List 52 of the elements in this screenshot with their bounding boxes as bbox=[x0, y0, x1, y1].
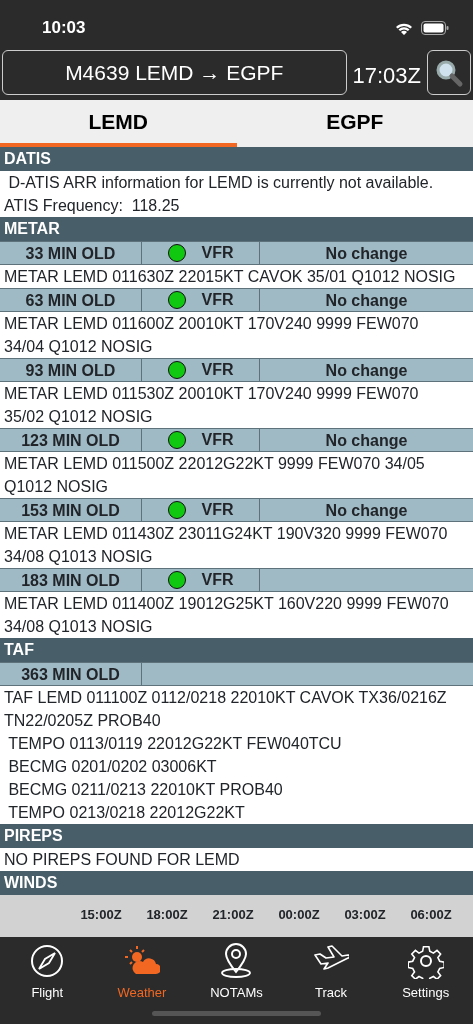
change-status: No change bbox=[325, 432, 408, 450]
change-status: No change bbox=[325, 245, 408, 263]
report-age: 363 MIN OLD bbox=[0, 663, 142, 686]
forecast-time: 03:00Z bbox=[343, 906, 387, 925]
tab-bar-item[interactable]: Flight bbox=[0, 937, 95, 1003]
airport-tab[interactable]: EGPF bbox=[236, 100, 473, 148]
forecast-time: 00:00Z bbox=[277, 906, 321, 925]
tab-bar-item[interactable]: Weather bbox=[94, 937, 190, 1003]
change-status: No change bbox=[325, 502, 408, 520]
report-text: METAR LEMD 011630Z 22015KT CAVOK 35/01 Q1012 NOSIG bbox=[3, 267, 457, 288]
section-text: NO PIREPS FOUND FOR LEMD bbox=[3, 850, 241, 871]
report-age: 33 MIN OLD bbox=[0, 242, 142, 265]
forecast-time: 21:00Z bbox=[211, 906, 255, 925]
report-text: METAR LEMD 011430Z 23011G24KT 190V320 9999 FEW070 34/08 Q1013 NOSIG bbox=[3, 524, 449, 568]
compass-icon bbox=[29, 943, 66, 980]
change-status: No change bbox=[325, 362, 408, 380]
report-age: 123 MIN OLD bbox=[0, 429, 142, 452]
forecast-time: 18:00Z bbox=[145, 906, 189, 925]
report-text: METAR LEMD 011530Z 20010KT 170V240 9999 FEW070 35/02 Q1012 NOSIG bbox=[3, 384, 420, 428]
section-header: PIREPS bbox=[0, 824, 473, 849]
flight-category: VFR bbox=[201, 570, 234, 591]
section-header: TAF bbox=[0, 638, 473, 663]
tab-bar-item[interactable]: Settings bbox=[378, 937, 473, 1003]
report-text: METAR LEMD 011500Z 22012G22KT 9999 FEW070 34/05 Q1012 NOSIG bbox=[3, 454, 426, 498]
flight-category: VFR bbox=[201, 430, 234, 451]
change-status: No change bbox=[325, 292, 408, 310]
report-age: 183 MIN OLD bbox=[0, 569, 142, 592]
tab-bar-item[interactable]: Track bbox=[283, 937, 379, 1003]
settings-icon bbox=[407, 943, 444, 980]
report-age: 153 MIN OLD bbox=[0, 499, 142, 522]
flight-category: VFR bbox=[201, 290, 234, 311]
report-age: 63 MIN OLD bbox=[0, 289, 142, 312]
tab-bar-item[interactable]: NOTAMs bbox=[189, 937, 284, 1003]
report-age: 93 MIN OLD bbox=[0, 359, 142, 382]
section-header: METAR bbox=[0, 217, 473, 242]
clock-time: 10:03 bbox=[41, 17, 86, 40]
zulu-time: 17:03Z bbox=[352, 61, 421, 90]
section-header: WINDS bbox=[0, 871, 473, 896]
section-header: DATIS bbox=[0, 147, 473, 172]
forecast-time: 15:00Z bbox=[79, 906, 123, 925]
flight-category: VFR bbox=[201, 243, 234, 264]
flight-category: VFR bbox=[201, 500, 234, 521]
report-text: METAR LEMD 011600Z 20010KT 170V240 9999 FEW070 34/04 Q1012 NOSIG bbox=[3, 314, 420, 358]
report-text: TAF LEMD 011100Z 0112/0218 22010KT CAVOK TX36/0216Z TN22/0205Z PROB40 TEMPO 0113/0119 22012G22KT FEW040TCU BECMG 0201/0202 03006KT BECMG 0211/0213 22010KT PROB40 TEMPO 0213/0218 22012G22KT bbox=[3, 688, 448, 824]
flight-selector-button[interactable]: M4639 LEMD → EGPF bbox=[2, 50, 347, 95]
search-button[interactable] bbox=[427, 50, 471, 95]
forecast-time: 06:00Z bbox=[409, 906, 453, 925]
section-text: D-ATIS ARR information for LEMD is currently not available. ATIS Frequency: 118.25 bbox=[3, 173, 435, 217]
battery-icon bbox=[421, 21, 449, 35]
wifi-icon bbox=[395, 21, 413, 35]
report-text: METAR LEMD 011400Z 19012G25KT 160V220 9999 FEW070 34/08 Q1013 NOSIG bbox=[3, 594, 450, 638]
flight-category: VFR bbox=[201, 360, 234, 381]
